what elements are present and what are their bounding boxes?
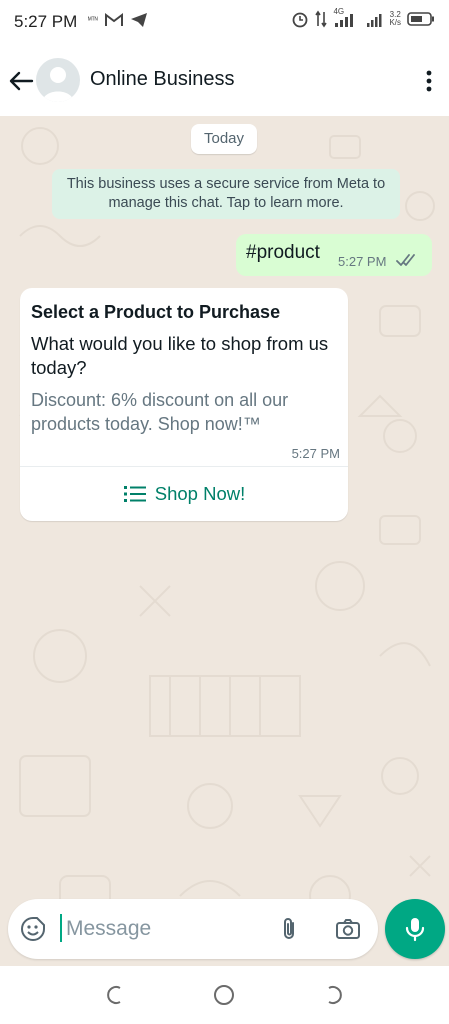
card-title: Select a Product to Purchase xyxy=(31,302,281,322)
shop-now-label: Shop Now! xyxy=(154,483,246,504)
status-time: 5:27 PM xyxy=(14,12,78,31)
alarm-icon xyxy=(293,12,308,28)
message-text: #product xyxy=(246,242,320,263)
avatar[interactable] xyxy=(36,58,80,102)
status-right-icons: 4G 3.2 K/s xyxy=(291,8,435,28)
double-check-icon xyxy=(396,254,415,266)
chat-title[interactable]: Online Business xyxy=(90,68,235,91)
card-time: 5:27 PM xyxy=(291,446,340,461)
interactive-message-card: Select a Product to Purchase What would … xyxy=(20,288,348,521)
recents-icon[interactable] xyxy=(100,982,126,1008)
message-composer xyxy=(8,899,378,959)
system-nav-bar xyxy=(0,966,449,1024)
status-bar: 5:27 PM ᴹᵀᴺ 4G 3.2 K/s xyxy=(0,0,449,44)
telegram-icon xyxy=(130,13,147,27)
gmail-icon xyxy=(104,13,123,26)
encryption-notice[interactable]: This business uses a secure service from… xyxy=(52,169,400,219)
home-icon[interactable] xyxy=(211,982,237,1008)
signal-icon-2 xyxy=(367,14,382,27)
mtn-icon: ᴹᵀᴺ xyxy=(88,16,98,24)
shop-now-button[interactable]: Shop Now! xyxy=(20,468,348,520)
arrow-left-icon[interactable] xyxy=(6,66,36,96)
text-cursor xyxy=(60,914,62,942)
paperclip-icon[interactable] xyxy=(276,915,304,943)
default-avatar-icon xyxy=(42,67,74,102)
data-arrows-icon xyxy=(315,10,328,28)
chat-header: Online Business xyxy=(0,44,449,116)
message-time: 5:27 PM xyxy=(338,254,387,269)
card-divider xyxy=(20,466,348,467)
network-speed: 3.2 K/s xyxy=(389,10,401,27)
outgoing-message[interactable]: #product 5:27 PM xyxy=(236,234,432,276)
battery-icon xyxy=(407,12,434,26)
mic-icon xyxy=(405,918,425,942)
date-chip: Today xyxy=(191,124,257,154)
signal-4g: 4G xyxy=(333,8,359,28)
back-icon[interactable] xyxy=(323,982,349,1008)
card-footer: Discount: 6% discount on all our product… xyxy=(31,390,289,434)
signal-icon xyxy=(335,14,354,27)
card-body: What would you like to shop from us toda… xyxy=(31,333,329,378)
list-icon xyxy=(123,486,146,502)
camera-icon[interactable] xyxy=(334,915,362,943)
more-vertical-icon[interactable] xyxy=(421,66,437,96)
mic-button[interactable] xyxy=(385,899,445,959)
status-left-icons: ᴹᵀᴺ xyxy=(88,12,148,28)
sticker-icon[interactable] xyxy=(20,916,46,942)
message-input[interactable] xyxy=(66,911,266,947)
chat-area[interactable]: Today This business uses a secure servic… xyxy=(0,116,449,966)
